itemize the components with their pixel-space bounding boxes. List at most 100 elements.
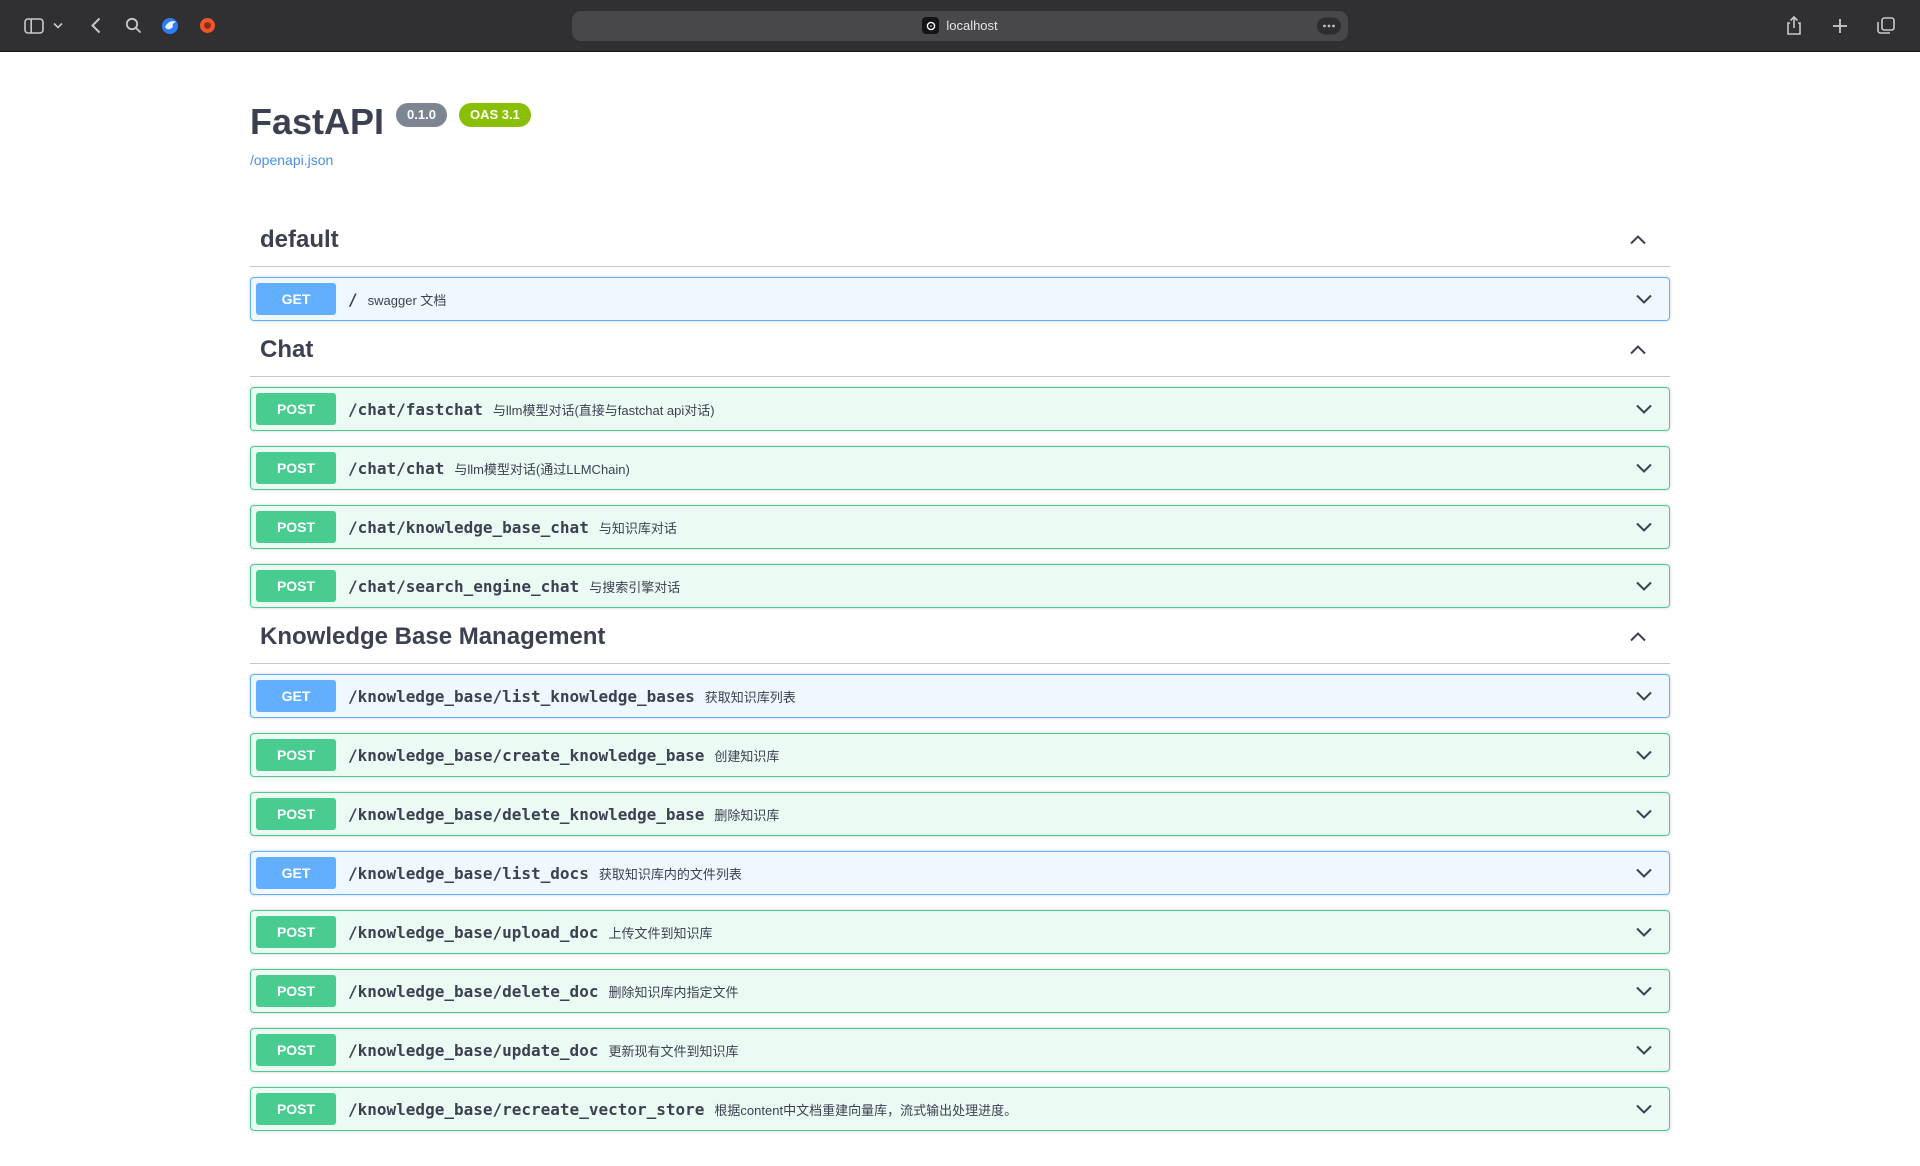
tab-overview-button[interactable]	[1870, 10, 1902, 42]
operation-row[interactable]: POST /chat/fastchat 与llm模型对话(直接与fastchat…	[251, 388, 1669, 430]
operations-list: GET /knowledge_base/list_knowledge_bases…	[250, 664, 1670, 1131]
tag-section-default: default GET / swagger 文档	[250, 226, 1670, 321]
method-badge: POST	[256, 452, 336, 484]
address-bar[interactable]: localhost	[572, 11, 1348, 41]
operation-path: /knowledge_base/delete_knowledge_base	[336, 805, 714, 824]
method-badge: GET	[256, 283, 336, 315]
content-wrapper: FastAPI 0.1.0 OAS 3.1 /openapi.json defa…	[230, 100, 1690, 1166]
swagger-ui-page: FastAPI 0.1.0 OAS 3.1 /openapi.json defa…	[0, 52, 1920, 1166]
operation-row[interactable]: POST /chat/search_engine_chat 与搜索引擎对话	[251, 565, 1669, 607]
operation-block: POST /knowledge_base/recreate_vector_sto…	[250, 1087, 1670, 1131]
chevron-down-icon[interactable]	[1634, 1099, 1654, 1119]
operation-block: POST /chat/search_engine_chat 与搜索引擎对话	[250, 564, 1670, 608]
operation-block: GET /knowledge_base/list_knowledge_bases…	[250, 674, 1670, 718]
section-header[interactable]: default	[250, 226, 1670, 267]
back-button[interactable]	[80, 10, 112, 42]
operation-block: POST /knowledge_base/update_doc 更新现有文件到知…	[250, 1028, 1670, 1072]
collapse-section-button[interactable]	[1628, 627, 1648, 647]
operation-path: /chat/knowledge_base_chat	[336, 518, 599, 537]
method-badge: POST	[256, 1093, 336, 1125]
overlapping-squares-icon	[1877, 17, 1895, 35]
operation-row[interactable]: POST /knowledge_base/upload_doc 上传文件到知识库	[251, 911, 1669, 953]
new-tab-button[interactable]	[1824, 10, 1856, 42]
operation-block: POST /knowledge_base/delete_knowledge_ba…	[250, 792, 1670, 836]
section-header[interactable]: Chat	[250, 336, 1670, 377]
site-favicon-icon	[922, 17, 939, 34]
operation-block: POST /chat/knowledge_base_chat 与知识库对话	[250, 505, 1670, 549]
collapse-section-button[interactable]	[1628, 340, 1648, 360]
chevron-down-icon[interactable]	[1634, 289, 1654, 309]
toolbar-right-group	[1348, 10, 1902, 42]
operation-path: /knowledge_base/upload_doc	[336, 923, 608, 942]
plus-icon	[1832, 18, 1848, 34]
chevron-down-icon[interactable]	[1634, 576, 1654, 596]
operation-summary: 删除知识库	[714, 805, 779, 824]
operation-summary: 更新现有文件到知识库	[608, 1041, 738, 1060]
chevron-down-icon[interactable]	[1634, 922, 1654, 942]
section-header[interactable]: Knowledge Base Management	[250, 623, 1670, 664]
chevron-down-icon[interactable]	[1634, 517, 1654, 537]
sidebar-toggle-button[interactable]	[18, 10, 50, 42]
chevron-left-icon	[91, 17, 101, 34]
operation-row[interactable]: POST /knowledge_base/update_doc 更新现有文件到知…	[251, 1029, 1669, 1071]
operation-path: /	[336, 290, 368, 309]
api-title: FastAPI 0.1.0 OAS 3.1	[250, 100, 1670, 143]
extension-blue-button[interactable]	[154, 10, 186, 42]
chevron-up-icon	[1628, 340, 1648, 360]
section-title: Knowledge Base Management	[260, 623, 605, 651]
method-badge: POST	[256, 798, 336, 830]
operation-row[interactable]: GET / swagger 文档	[251, 278, 1669, 320]
operations-list: GET / swagger 文档	[250, 267, 1670, 321]
chevron-down-icon[interactable]	[1634, 1040, 1654, 1060]
chevron-down-icon[interactable]	[1634, 981, 1654, 1001]
tab-group-chevron-button[interactable]	[49, 10, 67, 42]
extension-blue-icon	[161, 17, 179, 35]
share-button[interactable]	[1778, 10, 1810, 42]
section-title: default	[260, 226, 339, 254]
operation-path: /knowledge_base/create_knowledge_base	[336, 746, 714, 765]
operation-path: /chat/fastchat	[336, 400, 493, 419]
operation-row[interactable]: POST /knowledge_base/delete_doc 删除知识库内指定…	[251, 970, 1669, 1012]
operation-summary: 删除知识库内指定文件	[608, 982, 738, 1001]
method-badge: POST	[256, 393, 336, 425]
operation-block: POST /knowledge_base/create_knowledge_ba…	[250, 733, 1670, 777]
operation-block: POST /chat/fastchat 与llm模型对话(直接与fastchat…	[250, 387, 1670, 431]
operation-block: POST /knowledge_base/delete_doc 删除知识库内指定…	[250, 969, 1670, 1013]
openapi-json-link[interactable]: /openapi.json	[250, 152, 333, 168]
operation-block: GET / swagger 文档	[250, 277, 1670, 321]
operation-path: /knowledge_base/list_docs	[336, 864, 599, 883]
chevron-down-icon[interactable]	[1634, 458, 1654, 478]
operation-row[interactable]: GET /knowledge_base/list_knowledge_bases…	[251, 675, 1669, 717]
operation-path: /knowledge_base/list_knowledge_bases	[336, 687, 705, 706]
sidebar-icon	[24, 18, 44, 34]
operation-path: /chat/chat	[336, 459, 454, 478]
chevron-up-icon	[1628, 627, 1648, 647]
operation-row[interactable]: GET /knowledge_base/list_docs 获取知识库内的文件列…	[251, 852, 1669, 894]
operation-path: /knowledge_base/recreate_vector_store	[336, 1100, 714, 1119]
chevron-down-icon	[53, 22, 63, 29]
extensions-ellipsis-icon[interactable]	[1317, 17, 1341, 34]
chevron-down-icon[interactable]	[1634, 686, 1654, 706]
operation-path: /chat/search_engine_chat	[336, 577, 589, 596]
operation-row[interactable]: POST /knowledge_base/create_knowledge_ba…	[251, 734, 1669, 776]
toolbar-left-group	[18, 10, 572, 42]
operation-row[interactable]: POST /knowledge_base/recreate_vector_sto…	[251, 1088, 1669, 1130]
chevron-down-icon[interactable]	[1634, 399, 1654, 419]
operation-summary: 与搜索引擎对话	[589, 577, 680, 596]
operation-row[interactable]: POST /chat/chat 与llm模型对话(通过LLMChain)	[251, 447, 1669, 489]
operation-row[interactable]: POST /knowledge_base/delete_knowledge_ba…	[251, 793, 1669, 835]
chevron-down-icon[interactable]	[1634, 863, 1654, 883]
search-icon	[125, 17, 142, 34]
operation-row[interactable]: POST /chat/knowledge_base_chat 与知识库对话	[251, 506, 1669, 548]
operation-path: /knowledge_base/delete_doc	[336, 982, 608, 1001]
method-badge: POST	[256, 916, 336, 948]
search-button[interactable]	[117, 10, 149, 42]
chevron-down-icon[interactable]	[1634, 804, 1654, 824]
operation-block: POST /knowledge_base/upload_doc 上传文件到知识库	[250, 910, 1670, 954]
chevron-down-icon[interactable]	[1634, 745, 1654, 765]
operation-summary: 与llm模型对话(直接与fastchat api对话)	[493, 400, 715, 419]
operation-summary: 与llm模型对话(通过LLMChain)	[454, 459, 630, 478]
extension-orange-button[interactable]	[191, 10, 223, 42]
tag-section-knowledge-base-management: Knowledge Base Management GET /knowledge…	[250, 623, 1670, 1131]
collapse-section-button[interactable]	[1628, 230, 1648, 250]
